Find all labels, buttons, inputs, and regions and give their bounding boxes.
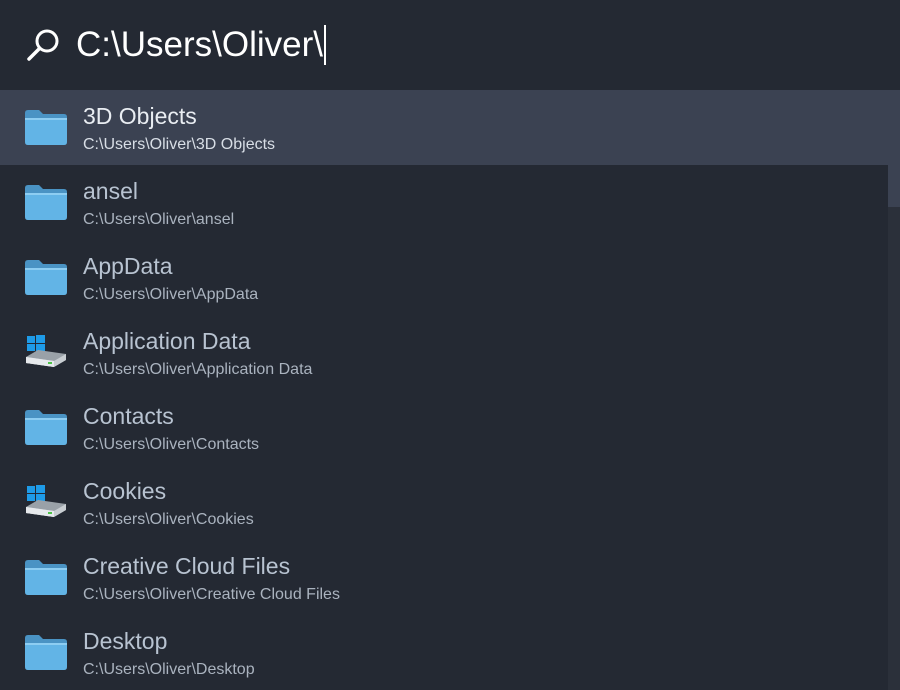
folder-icon: [24, 108, 68, 146]
result-title: Desktop: [83, 628, 168, 654]
scrollbar-track[interactable]: [888, 165, 900, 690]
result-item[interactable]: Contacts C:\Users\Oliver\Contacts: [0, 390, 888, 465]
results-list: 3D Objects C:\Users\Oliver\3D Objects ans…: [0, 90, 900, 690]
result-title: Cookies: [83, 478, 167, 504]
search-query: C:\Users\Oliver\: [76, 25, 323, 64]
result-title: AppData: [83, 253, 173, 279]
search-icon: [27, 29, 59, 61]
folder-icon: [24, 633, 68, 671]
windows-drive-icon: [24, 333, 68, 371]
folder-icon: [24, 408, 68, 446]
result-path: C:\Users\Oliver\3D Objects: [83, 136, 276, 153]
search-input[interactable]: C:\Users\Oliver\: [76, 22, 326, 68]
result-title: ansel: [83, 178, 138, 204]
result-path: C:\Users\Oliver\Desktop: [83, 661, 255, 678]
result-item[interactable]: 3D Objects C:\Users\Oliver\3D Objects: [0, 90, 900, 165]
result-item[interactable]: ansel C:\Users\Oliver\ansel: [0, 165, 888, 240]
scrollbar-thumb[interactable]: [888, 165, 900, 207]
result-item[interactable]: Cookies C:\Users\Oliver\Cookies: [0, 465, 888, 540]
result-title: Contacts: [83, 403, 174, 429]
result-title: Creative Cloud Files: [83, 553, 291, 579]
result-path: C:\Users\Oliver\AppData: [83, 286, 259, 303]
result-path: C:\Users\Oliver\Creative Cloud Files: [83, 586, 340, 603]
result-item[interactable]: Creative Cloud Files C:\Users\Oliver\Crea…: [0, 540, 888, 615]
search-bar: C:\Users\Oliver\: [0, 0, 900, 90]
folder-icon: [24, 258, 68, 296]
result-path: C:\Users\Oliver\ansel: [83, 211, 235, 228]
result-title: Application Data: [83, 328, 251, 354]
result-item[interactable]: Application Data C:\Users\Oliver\Applicat…: [0, 315, 888, 390]
result-item[interactable]: Desktop C:\Users\Oliver\Desktop: [0, 615, 888, 690]
result-item[interactable]: AppData C:\Users\Oliver\AppData: [0, 240, 888, 315]
result-path: C:\Users\Oliver\Cookies: [83, 511, 254, 528]
result-title: 3D Objects: [83, 103, 197, 129]
result-path: C:\Users\Oliver\Contacts: [83, 436, 260, 453]
windows-drive-icon: [24, 483, 68, 521]
text-caret: [323, 25, 326, 65]
folder-icon: [24, 558, 68, 596]
result-path: C:\Users\Oliver\Application Data: [83, 361, 313, 378]
folder-icon: [24, 183, 68, 221]
